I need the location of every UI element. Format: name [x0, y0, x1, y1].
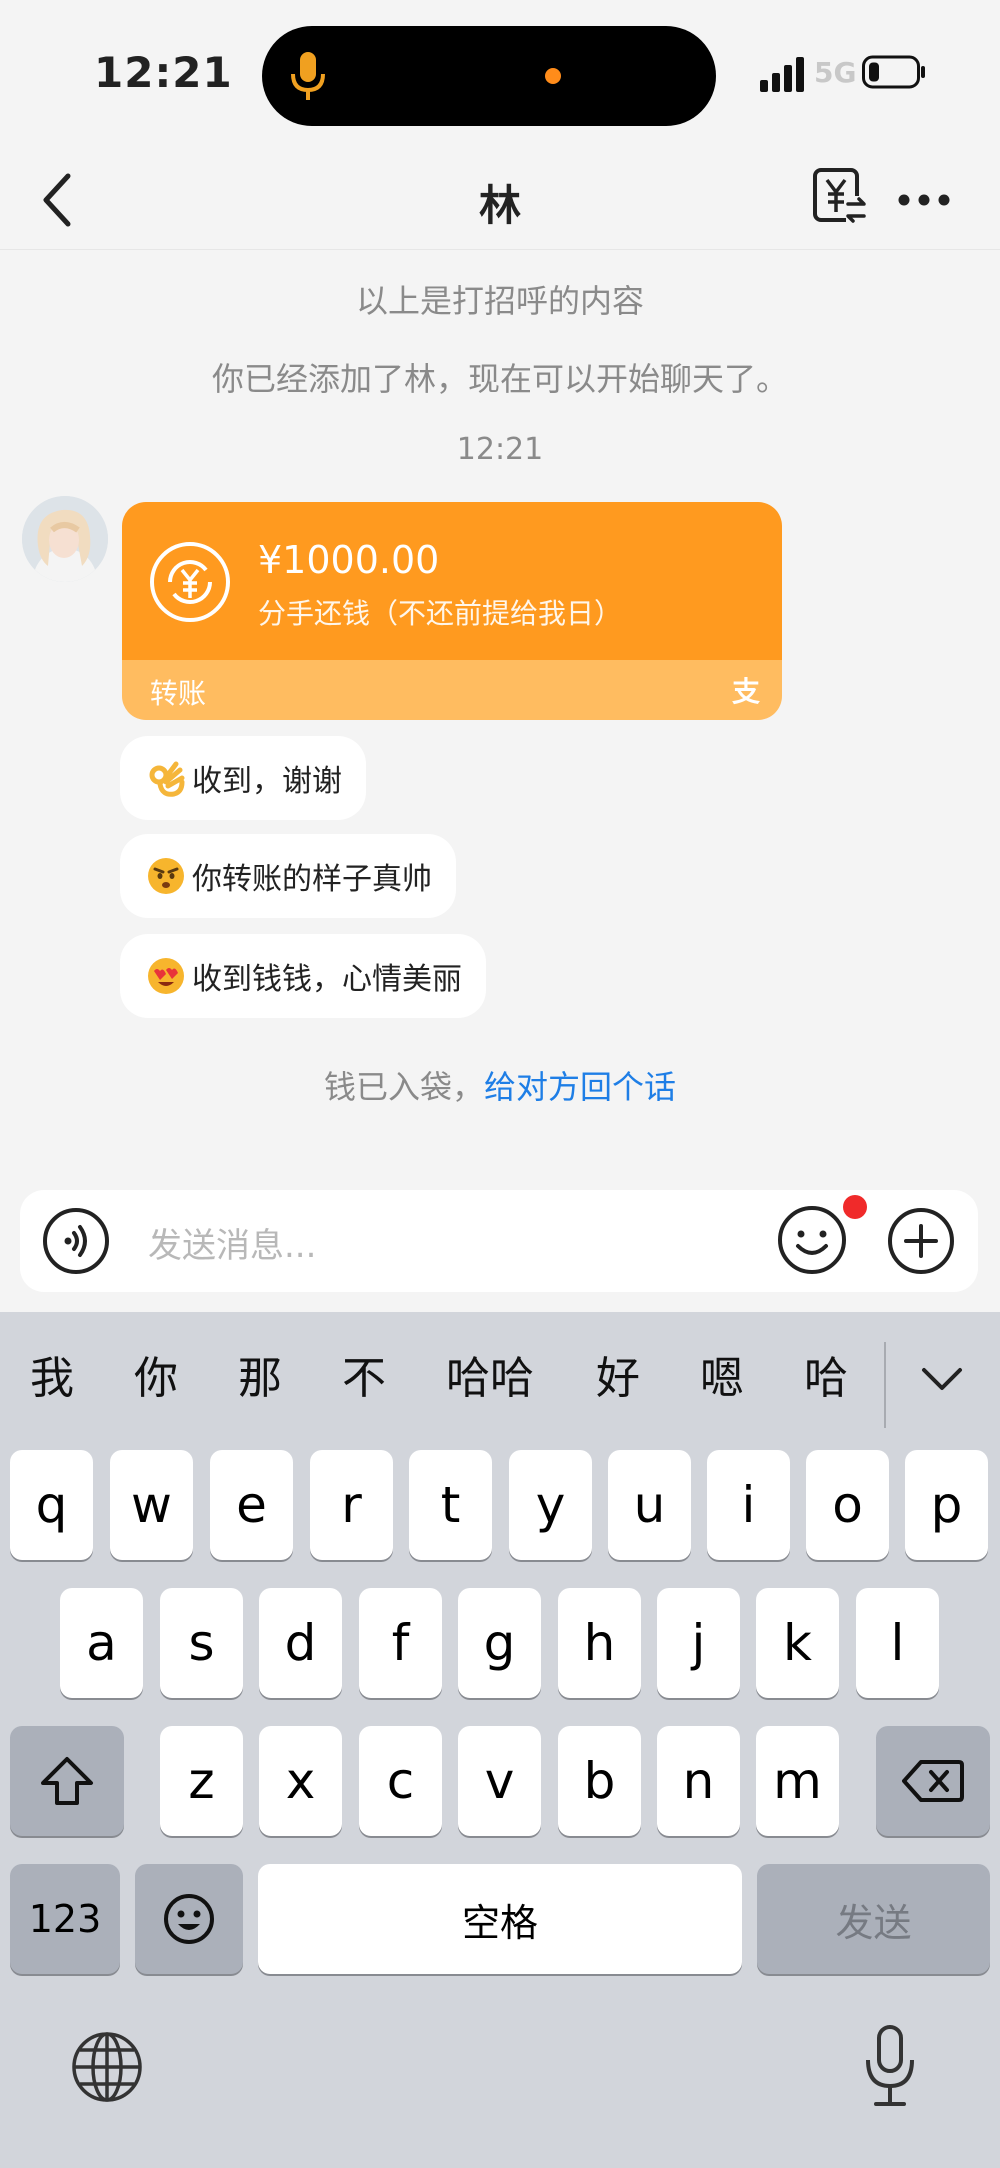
key-x[interactable]: x: [259, 1726, 342, 1836]
key-a[interactable]: a: [60, 1588, 143, 1698]
key-j[interactable]: j: [657, 1588, 740, 1698]
key-l[interactable]: l: [856, 1588, 939, 1698]
chevron-down-icon[interactable]: [920, 1364, 964, 1394]
key-v[interactable]: v: [458, 1726, 541, 1836]
quick-reply-happy[interactable]: 收到钱钱，心情美丽: [120, 934, 486, 1018]
recording-indicator-dot: [545, 68, 561, 84]
key-g[interactable]: g: [458, 1588, 541, 1698]
transfer-card-footer: 转账 支: [122, 660, 782, 720]
transfer-type-label: 转账: [150, 677, 207, 710]
network-type: 5G: [814, 56, 857, 89]
candidate-word[interactable]: 哈: [804, 1342, 848, 1406]
candidate-word[interactable]: 哈哈: [446, 1342, 534, 1406]
message-input-bar: 发送消息...: [20, 1190, 978, 1292]
key-b[interactable]: b: [558, 1726, 641, 1836]
quick-reply-thanks[interactable]: 收到，谢谢: [120, 736, 366, 820]
candidate-word[interactable]: 你: [134, 1342, 178, 1406]
key-z[interactable]: z: [160, 1726, 243, 1836]
more-options-icon[interactable]: [898, 180, 950, 220]
transfer-card[interactable]: ¥1000.00 分手还钱（不还前提给我日） 转账 支: [122, 502, 782, 720]
contact-avatar[interactable]: [22, 496, 108, 582]
shift-arrow-icon: [41, 1757, 93, 1805]
dynamic-island: [262, 26, 716, 126]
key-d[interactable]: d: [259, 1588, 342, 1698]
smirk-face-emoji-icon: [148, 858, 184, 894]
key-c[interactable]: c: [359, 1726, 442, 1836]
microphone-active-icon: [291, 52, 325, 100]
alipay-logo: 支: [732, 675, 761, 708]
quick-reply-handsome[interactable]: 你转账的样子真帅: [120, 834, 456, 918]
emoji-picker-icon[interactable]: [776, 1204, 848, 1276]
money-received-notice: 钱已入袋，给对方回个话: [0, 1062, 1000, 1108]
key-i[interactable]: i: [707, 1450, 790, 1560]
send-key[interactable]: 发送: [757, 1864, 990, 1974]
key-f[interactable]: f: [359, 1588, 442, 1698]
candidate-bar: 我 你 那 不 哈哈 好 嗯 哈: [0, 1312, 1000, 1432]
key-n[interactable]: n: [657, 1726, 740, 1836]
quick-reply-text: 收到钱钱，心情美丽: [192, 962, 462, 997]
transfer-card-body: ¥1000.00 分手还钱（不还前提给我日）: [122, 502, 782, 660]
key-m[interactable]: m: [756, 1726, 839, 1836]
candidate-word[interactable]: 好: [596, 1342, 640, 1406]
reply-prompt-link[interactable]: 给对方回个话: [484, 1068, 676, 1106]
candidate-word[interactable]: 嗯: [700, 1342, 744, 1406]
add-attachment-icon[interactable]: [886, 1206, 956, 1276]
transfer-money-icon[interactable]: [812, 166, 868, 226]
key-u[interactable]: u: [608, 1450, 691, 1560]
key-e[interactable]: e: [210, 1450, 293, 1560]
backspace-key[interactable]: [876, 1726, 990, 1836]
numbers-key-label: 123: [28, 1897, 102, 1941]
emoji-face-icon: [164, 1894, 214, 1944]
key-o[interactable]: o: [806, 1450, 889, 1560]
message-input[interactable]: 发送消息...: [148, 1218, 316, 1267]
voice-input-icon[interactable]: [42, 1207, 110, 1275]
heart-eyes-face-emoji-icon: [148, 958, 184, 994]
candidate-word[interactable]: 那: [238, 1342, 282, 1406]
key-y[interactable]: y: [509, 1450, 592, 1560]
system-message-greeting: 以上是打招呼的内容: [355, 282, 644, 320]
keyboard: 我 你 那 不 哈哈 好 嗯 哈 q w e r t y u i o p a s…: [0, 1312, 1000, 2168]
key-h[interactable]: h: [558, 1588, 641, 1698]
candidate-word[interactable]: 不: [342, 1342, 386, 1406]
dictation-microphone-icon[interactable]: [862, 2024, 918, 2108]
emoji-key[interactable]: [135, 1864, 243, 1974]
space-key[interactable]: 空格: [258, 1864, 742, 1974]
cellular-signal-icon: [760, 57, 804, 92]
space-key-label: 空格: [461, 1900, 538, 1945]
candidate-divider: [884, 1342, 886, 1428]
backspace-icon: [902, 1760, 964, 1802]
status-bar: 12:21 5G: [0, 0, 1000, 150]
money-received-text: 钱已入袋，: [323, 1068, 484, 1106]
send-key-label: 发送: [835, 1900, 912, 1945]
globe-icon[interactable]: [70, 2030, 144, 2104]
numbers-key[interactable]: 123: [10, 1864, 120, 1974]
key-r[interactable]: r: [310, 1450, 393, 1560]
system-message-added: 你已经添加了林，现在可以开始聊天了。: [211, 360, 788, 398]
transfer-amount: ¥1000.00: [258, 538, 440, 582]
ok-hand-emoji-icon: [149, 761, 185, 797]
candidate-word[interactable]: 我: [30, 1342, 74, 1406]
key-q[interactable]: q: [10, 1450, 93, 1560]
chat-header: 林: [0, 150, 1000, 250]
key-t[interactable]: t: [409, 1450, 492, 1560]
quick-reply-text: 收到，谢谢: [192, 764, 342, 799]
key-p[interactable]: p: [905, 1450, 988, 1560]
quick-reply-text: 你转账的样子真帅: [192, 862, 432, 897]
transfer-memo: 分手还钱（不还前提给我日）: [258, 597, 623, 630]
new-badge-dot: [843, 1195, 867, 1219]
status-time: 12:21: [94, 48, 233, 97]
shift-key[interactable]: [10, 1726, 124, 1836]
battery-icon: [862, 55, 925, 89]
transfer-coin-icon: [150, 542, 230, 622]
key-k[interactable]: k: [756, 1588, 839, 1698]
key-s[interactable]: s: [160, 1588, 243, 1698]
key-w[interactable]: w: [110, 1450, 193, 1560]
chat-timestamp: 12:21: [456, 432, 544, 467]
